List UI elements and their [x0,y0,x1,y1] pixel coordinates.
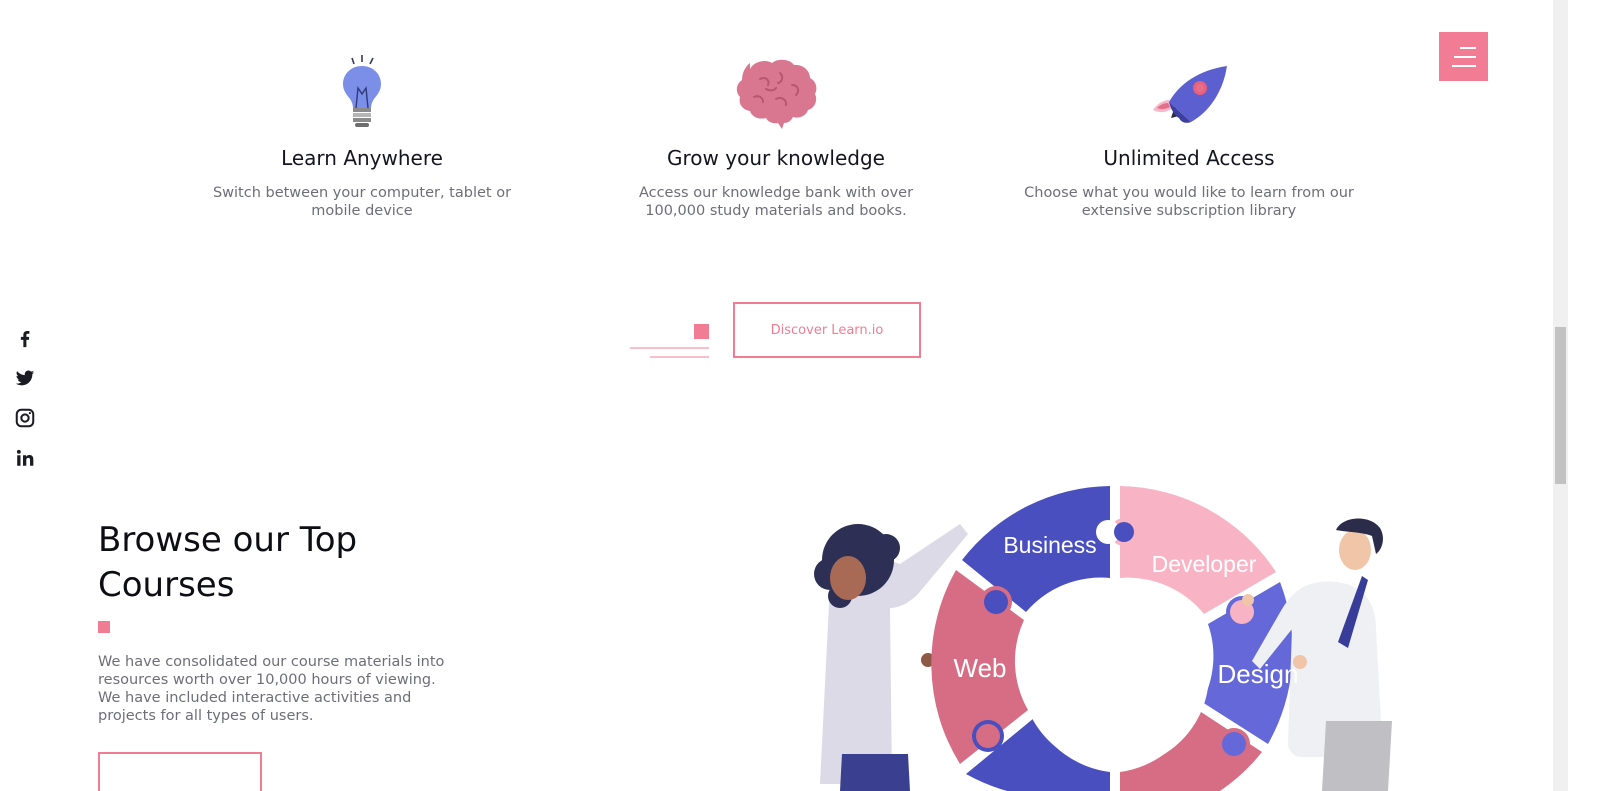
puzzle-label-web: Web [954,653,1007,683]
feature-icon-wrap [1024,52,1354,134]
linkedin-link[interactable] [14,447,36,469]
menu-line [1454,55,1476,58]
menu-button[interactable] [1439,32,1488,81]
feature-unlimited-access: Unlimited Access Choose what you would l… [1024,52,1354,220]
feature-description: Access our knowledge bank with over 100,… [638,185,914,219]
courses-button[interactable] [98,752,262,791]
lightbulb-icon [343,55,381,127]
feature-grow-knowledge: Grow your knowledge Access our knowledge… [611,52,941,220]
feature-learn-anywhere: Learn Anywhere Switch between your compu… [197,52,527,220]
feature-description: Switch between your computer, tablet or … [212,185,512,219]
scrollbar-thumb[interactable] [1555,327,1566,484]
menu-line [1460,46,1476,49]
feature-icon-wrap [611,52,941,134]
puzzle-illustration: Business Developer Web Design [814,486,1392,791]
facebook-link[interactable] [14,327,36,349]
feature-title: Learn Anywhere [281,146,443,170]
discover-decoration [630,324,709,358]
rocket-icon [1153,66,1227,123]
twitter-icon [15,370,35,386]
brain-icon [736,59,817,129]
instagram-link[interactable] [14,407,36,429]
courses-title: Browse our Top Courses [98,520,358,605]
linkedin-icon [16,449,34,466]
twitter-link[interactable] [14,367,36,389]
menu-line [1452,64,1476,67]
puzzle-label-developer: Developer [1152,551,1257,577]
page-scrollbar[interactable] [1553,0,1568,791]
puzzle-label-business: Business [1003,532,1096,558]
discover-button[interactable]: Discover Learn.io [733,302,921,358]
feature-title: Unlimited Access [1103,146,1275,170]
feature-icon-wrap [197,52,527,134]
instagram-icon [15,408,35,428]
puzzle-label-design: Design [1218,659,1299,689]
feature-title: Grow your knowledge [667,146,885,170]
courses-accent-square [98,621,110,633]
social-links [14,327,36,469]
courses-description: We have consolidated our course material… [98,654,445,724]
feature-description: Choose what you would like to learn from… [1024,185,1354,219]
facebook-icon [20,330,30,348]
